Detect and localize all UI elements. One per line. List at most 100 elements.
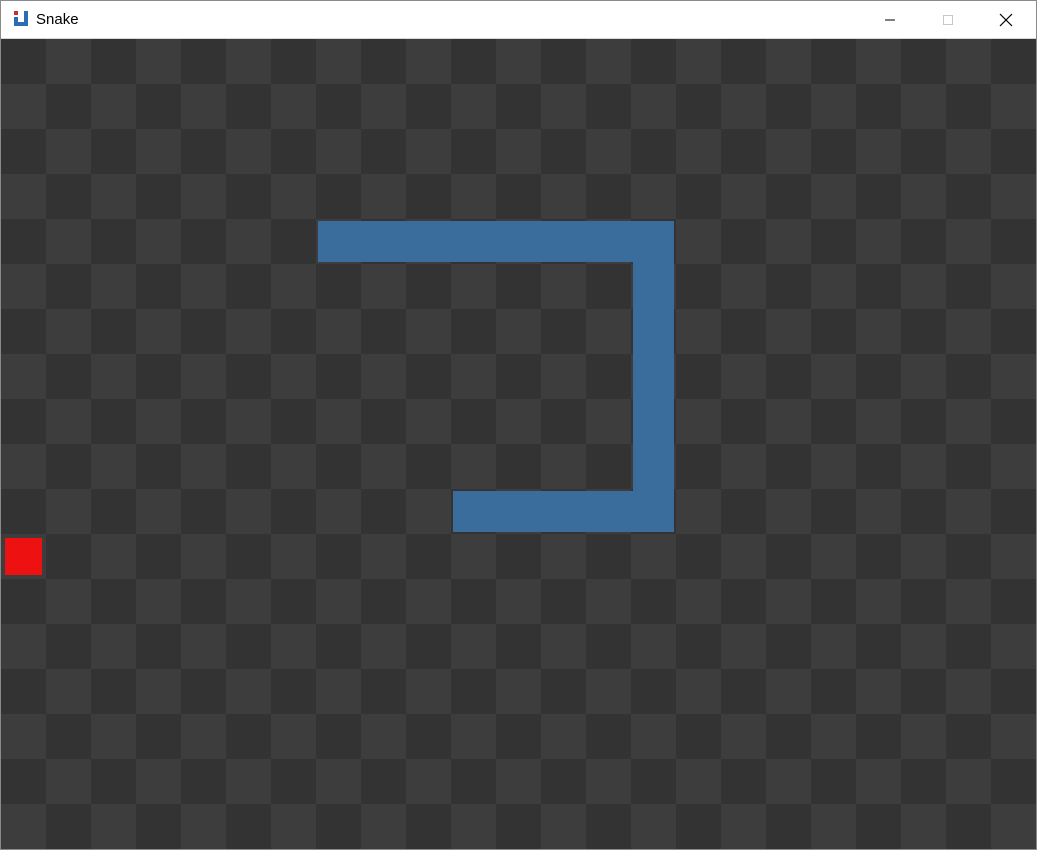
board-tile: [991, 534, 1036, 579]
board-tile: [901, 804, 946, 849]
board-tile: [226, 579, 271, 624]
board-tile: [361, 534, 406, 579]
board-tile: [451, 624, 496, 669]
board-tile: [901, 354, 946, 399]
game-board[interactable]: [1, 39, 1036, 849]
board-tile: [676, 669, 721, 714]
board-tile: [316, 759, 361, 804]
board-tile: [406, 669, 451, 714]
board-tile: [136, 39, 181, 84]
board-tile: [811, 354, 856, 399]
board-tile: [856, 39, 901, 84]
board-tile: [631, 624, 676, 669]
board-tile: [46, 219, 91, 264]
board-tile: [271, 624, 316, 669]
board-tile: [181, 534, 226, 579]
board-tile: [586, 579, 631, 624]
board-tile: [91, 804, 136, 849]
board-tile: [811, 174, 856, 219]
maximize-button[interactable]: [925, 1, 971, 38]
board-tile: [361, 84, 406, 129]
board-tile: [676, 489, 721, 534]
board-tile: [856, 669, 901, 714]
board-tile: [46, 399, 91, 444]
board-tile: [1, 444, 46, 489]
board-tile: [271, 84, 316, 129]
board-tile: [361, 264, 406, 309]
board-tile: [316, 39, 361, 84]
board-tile: [721, 534, 766, 579]
board-tile: [766, 759, 811, 804]
board-tile: [46, 309, 91, 354]
board-tile: [91, 444, 136, 489]
game-window: Snake: [0, 0, 1037, 850]
board-tile: [226, 669, 271, 714]
food-item: [5, 538, 42, 575]
board-tile: [676, 129, 721, 174]
board-tile: [181, 354, 226, 399]
board-tile: [226, 129, 271, 174]
board-tile: [406, 39, 451, 84]
board-tile: [361, 624, 406, 669]
board-tile: [316, 489, 361, 534]
board-tile: [721, 264, 766, 309]
close-button[interactable]: [983, 1, 1029, 38]
board-tile: [271, 534, 316, 579]
board-tile: [856, 489, 901, 534]
board-tile: [901, 714, 946, 759]
board-tile: [1, 624, 46, 669]
board-tile: [406, 129, 451, 174]
board-tile: [676, 39, 721, 84]
board-tile: [136, 219, 181, 264]
board-tile: [811, 444, 856, 489]
board-tile: [631, 714, 676, 759]
board-tile: [721, 354, 766, 399]
title-bar[interactable]: Snake: [1, 1, 1036, 39]
board-tile: [136, 489, 181, 534]
board-tile: [856, 579, 901, 624]
board-tile: [226, 399, 271, 444]
app-icon: [14, 11, 28, 26]
board-tile: [676, 579, 721, 624]
board-tile: [766, 399, 811, 444]
board-tile: [316, 669, 361, 714]
minimize-button[interactable]: [867, 1, 913, 38]
board-tile: [856, 399, 901, 444]
board-tile: [856, 309, 901, 354]
board-tile: [91, 624, 136, 669]
board-tile: [541, 354, 586, 399]
board-tile: [946, 489, 991, 534]
board-tile: [766, 39, 811, 84]
board-tile: [181, 84, 226, 129]
board-tile: [676, 309, 721, 354]
game-board-canvas: [1, 39, 1036, 849]
board-tile: [1, 354, 46, 399]
board-tile: [271, 444, 316, 489]
board-tile: [316, 579, 361, 624]
board-tile: [631, 534, 676, 579]
board-tile: [181, 444, 226, 489]
board-tile: [991, 84, 1036, 129]
board-tile: [901, 264, 946, 309]
maximize-icon: [943, 14, 953, 25]
board-tile: [361, 174, 406, 219]
board-tile: [541, 534, 586, 579]
board-tile: [946, 669, 991, 714]
board-tile: [946, 399, 991, 444]
board-tile: [181, 174, 226, 219]
board-tile: [991, 624, 1036, 669]
board-tile: [136, 669, 181, 714]
board-tile: [496, 399, 541, 444]
board-tile: [721, 714, 766, 759]
board-tile: [1, 264, 46, 309]
board-tile: [361, 444, 406, 489]
board-tile: [91, 174, 136, 219]
close-icon: [999, 13, 1013, 26]
board-tile: [316, 309, 361, 354]
board-tile: [586, 759, 631, 804]
board-tile: [991, 354, 1036, 399]
board-tile: [361, 354, 406, 399]
board-tile: [991, 444, 1036, 489]
board-tile: [406, 399, 451, 444]
board-tile: [541, 84, 586, 129]
